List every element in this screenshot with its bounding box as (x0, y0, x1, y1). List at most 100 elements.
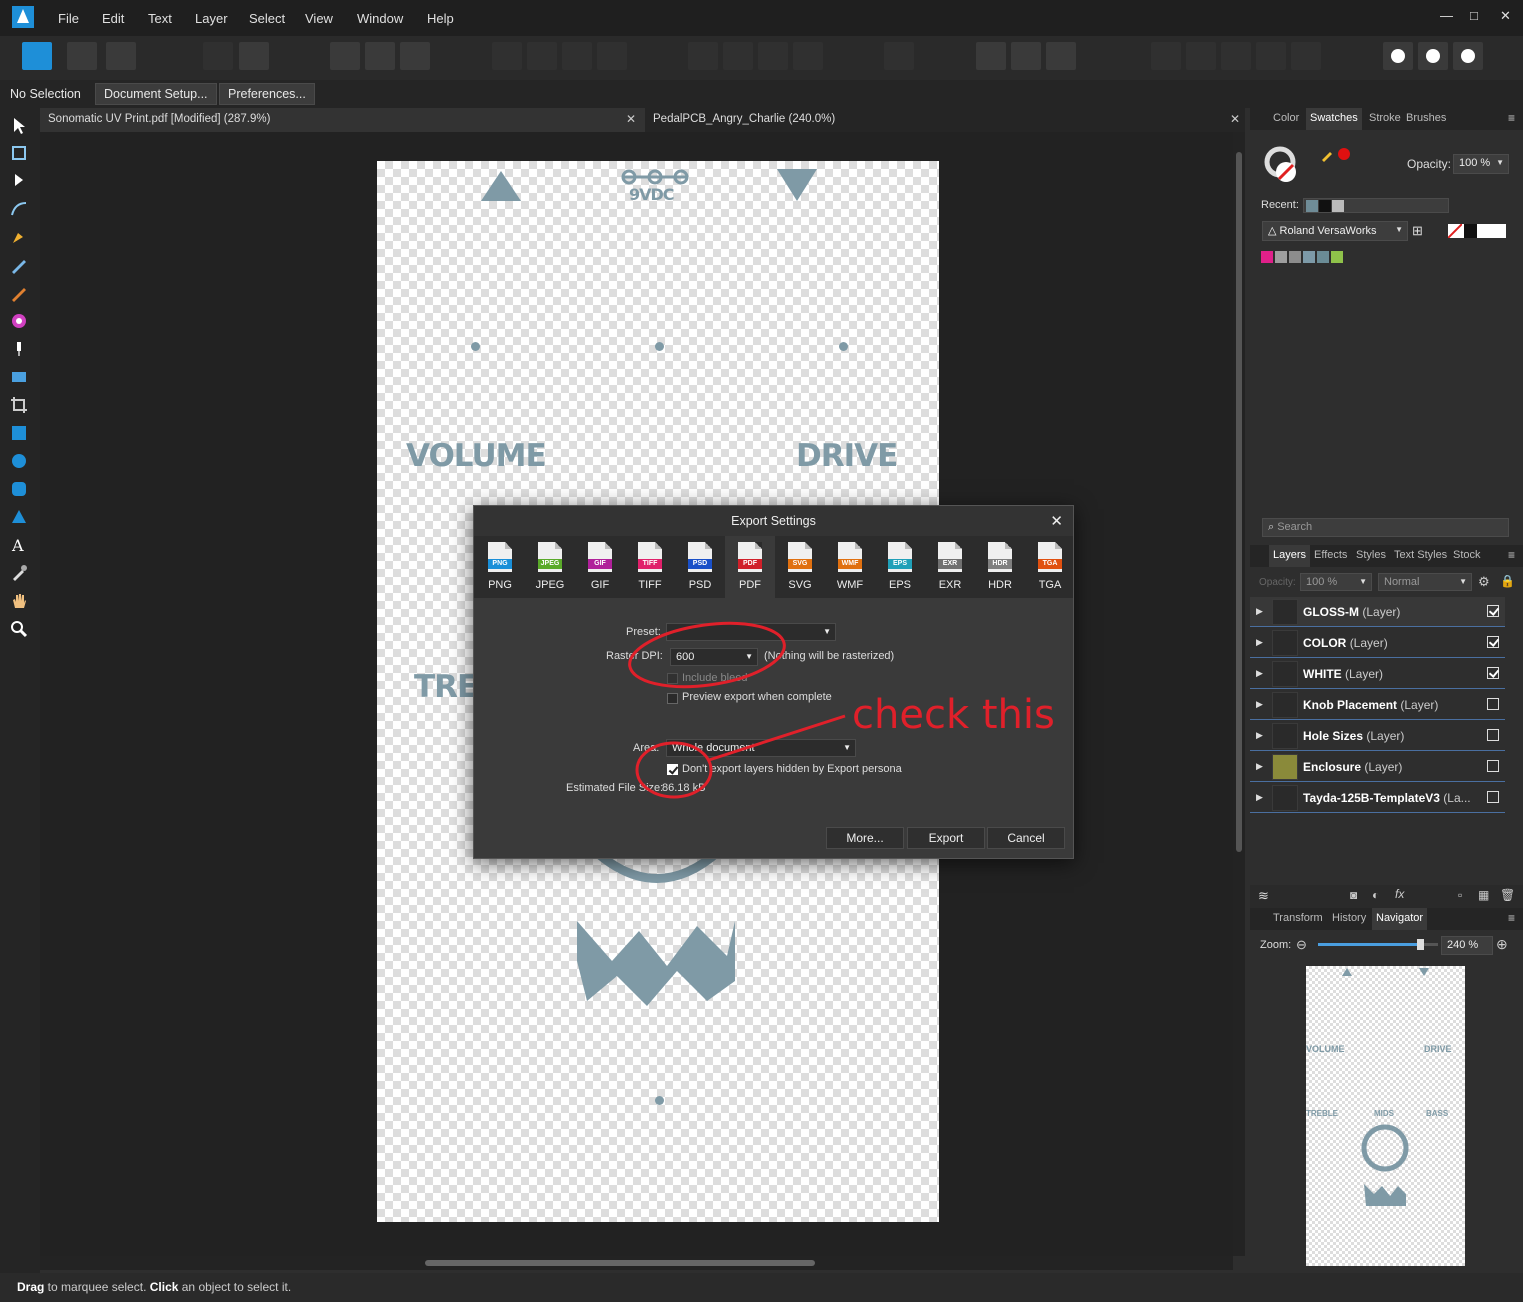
tab-pedalpcb[interactable]: PedalPCB_Angry_Charlie (240.0%) ✕ (645, 108, 1245, 132)
select-inverse-icon[interactable] (365, 42, 395, 70)
menu-edit[interactable]: Edit (102, 11, 124, 26)
minimize-button[interactable]: — (1440, 8, 1453, 23)
close-tab-icon[interactable]: ✕ (1230, 112, 1240, 126)
tab-transform[interactable]: Transform (1273, 912, 1323, 924)
insert-top-icon[interactable] (1418, 42, 1448, 70)
format-tab-psd[interactable]: PSD PSD (675, 536, 725, 598)
format-tab-hdr[interactable]: HDR HDR (975, 536, 1025, 598)
menu-layer[interactable]: Layer (195, 11, 228, 26)
pen-tool-icon[interactable] (9, 227, 29, 247)
menu-select[interactable]: Select (249, 11, 285, 26)
select-all-icon[interactable] (330, 42, 360, 70)
menu-view[interactable]: View (305, 11, 333, 26)
snapping-icon[interactable] (239, 42, 269, 70)
format-tab-exr[interactable]: EXR EXR (925, 536, 975, 598)
adjustment-icon[interactable]: ◐ (1372, 888, 1379, 902)
close-window-button[interactable]: ✕ (1500, 8, 1511, 24)
layer-opacity-field[interactable]: 100 % ▼ (1300, 573, 1372, 591)
expand-arrow-icon[interactable]: ▶ (1256, 668, 1263, 679)
mask-icon[interactable]: ◙ (1350, 888, 1357, 902)
palette-swatch[interactable] (1331, 251, 1343, 263)
area-dropdown[interactable]: Whole document ▼ (666, 739, 856, 757)
palette-swatches[interactable] (1261, 251, 1347, 265)
layer-visibility-checkbox[interactable] (1487, 760, 1499, 772)
scroll-thumb[interactable] (1236, 152, 1242, 852)
palette-swatch[interactable] (1261, 251, 1273, 263)
group-icon[interactable]: ▦ (1478, 888, 1489, 902)
panel-menu-icon[interactable]: ≡ (1508, 548, 1515, 562)
tab-text-styles[interactable]: Text Styles (1394, 549, 1447, 561)
deselect-icon[interactable] (400, 42, 430, 70)
hand-tool-icon[interactable] (9, 591, 29, 611)
tab-navigator[interactable]: Navigator (1372, 908, 1428, 930)
brush-tool-icon[interactable] (9, 283, 29, 303)
boolean-add-icon[interactable] (1151, 42, 1181, 70)
tab-effects[interactable]: Effects (1314, 549, 1347, 561)
palette-swatch[interactable] (1303, 251, 1315, 263)
document-setup-icon[interactable] (203, 42, 233, 70)
dpi-field[interactable]: 600 ▼ (670, 648, 758, 666)
ellipse-tool-icon[interactable] (9, 451, 29, 471)
layer-row[interactable]: ▶ GLOSS-M (Layer) (1250, 597, 1505, 627)
tab-swatches[interactable]: Swatches (1306, 108, 1362, 130)
zoom-slider[interactable] (1318, 939, 1438, 950)
blend-mode-dropdown[interactable]: Normal ▼ (1378, 573, 1472, 591)
menu-text[interactable]: Text (148, 11, 172, 26)
more-button[interactable]: More... (826, 827, 904, 849)
layer-row[interactable]: ▶ COLOR (Layer) (1250, 628, 1505, 658)
layer-row[interactable]: ▶ Enclosure (Layer) (1250, 752, 1505, 782)
tab-styles[interactable]: Styles (1356, 549, 1386, 561)
expand-arrow-icon[interactable]: ▶ (1256, 730, 1263, 741)
tab-history[interactable]: History (1332, 912, 1366, 924)
dont-export-hidden-checkbox[interactable] (667, 764, 678, 775)
artboard-tool-icon[interactable] (9, 143, 29, 163)
expand-arrow-icon[interactable]: ▶ (1256, 761, 1263, 772)
menu-window[interactable]: Window (357, 11, 403, 26)
menu-file[interactable]: File (58, 11, 79, 26)
palette-swatch[interactable] (1289, 251, 1301, 263)
preview-export-checkbox[interactable] (667, 693, 678, 704)
tab-stock[interactable]: Stock (1453, 549, 1481, 561)
magnet-icon[interactable] (1046, 42, 1076, 70)
eyedropper-icon[interactable] (1320, 146, 1336, 162)
tab-layers[interactable]: Layers (1269, 545, 1311, 567)
expand-arrow-icon[interactable]: ▶ (1256, 606, 1263, 617)
palette-options-icon[interactable]: ⊞ (1412, 223, 1423, 239)
recent-swatch[interactable] (1306, 200, 1318, 212)
snap-toggle-icon[interactable] (1011, 42, 1041, 70)
tab-brushes[interactable]: Brushes (1406, 112, 1446, 124)
scroll-thumb[interactable] (425, 1260, 815, 1266)
layer-visibility-checkbox[interactable] (1487, 698, 1499, 710)
layer-visibility-checkbox[interactable] (1487, 636, 1499, 648)
boolean-xor-icon[interactable] (1256, 42, 1286, 70)
format-tab-jpeg[interactable]: JPEG JPEG (525, 536, 575, 598)
format-tab-svg[interactable]: SVG SVG (775, 536, 825, 598)
layer-row[interactable]: ▶ WHITE (Layer) (1250, 659, 1505, 689)
artistic-text-tool-icon[interactable]: A (9, 535, 29, 555)
layer-visibility-checkbox[interactable] (1487, 667, 1499, 679)
format-tab-pdf[interactable]: PDF PDF (725, 536, 775, 598)
format-tab-tiff[interactable]: TIFF TIFF (625, 536, 675, 598)
boolean-subtract-icon[interactable] (1186, 42, 1216, 70)
delete-icon[interactable]: 🗑 (1500, 888, 1515, 902)
align-icon[interactable] (884, 42, 914, 70)
rotate-left-icon[interactable] (758, 42, 788, 70)
panel-menu-icon[interactable]: ≡ (1508, 111, 1515, 125)
expand-arrow-icon[interactable]: ▶ (1256, 699, 1263, 710)
format-tab-wmf[interactable]: WMF WMF (825, 536, 875, 598)
zoom-tool-icon[interactable] (9, 619, 29, 639)
boolean-divide-icon[interactable] (1291, 42, 1321, 70)
layer-visibility-checkbox[interactable] (1487, 791, 1499, 803)
format-tab-gif[interactable]: GIF GIF (575, 536, 625, 598)
layer-row[interactable]: ▶ Hole Sizes (Layer) (1250, 721, 1505, 751)
arrange-forward-icon[interactable] (562, 42, 592, 70)
insert-behind-icon[interactable] (1383, 42, 1413, 70)
fill-tool-icon[interactable] (9, 339, 29, 359)
layer-visibility-checkbox[interactable] (1487, 729, 1499, 741)
rotate-right-icon[interactable] (793, 42, 823, 70)
preset-dropdown[interactable]: ▼ (666, 623, 836, 641)
layers-stack-icon[interactable]: ≋ (1258, 888, 1269, 904)
color-picker-icon[interactable] (9, 311, 29, 331)
arrange-front-icon[interactable] (597, 42, 627, 70)
navigator-preview[interactable]: VOLUME DRIVE TREBLE MIDS BASS (1306, 966, 1465, 1266)
